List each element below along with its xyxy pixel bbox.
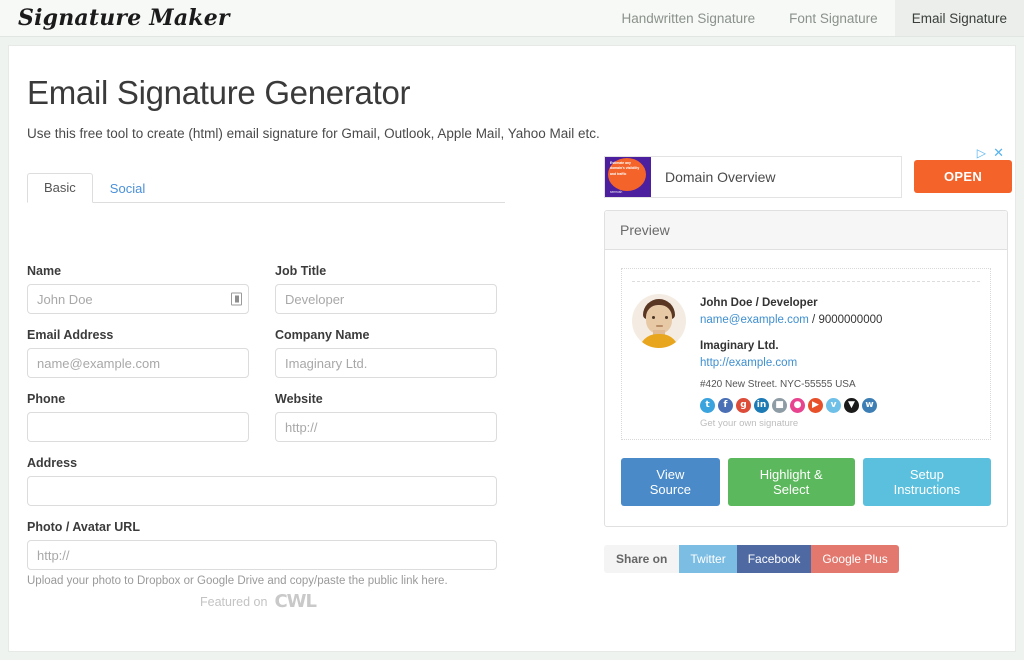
- wordpress-icon[interactable]: w: [862, 398, 877, 413]
- signature-name-title: John Doe / Developer: [700, 295, 882, 312]
- advertisement: ▷ ✕ Estimate any domain's visibility and…: [604, 146, 1008, 198]
- ad-thumbnail-icon: Estimate any domain's visibility and tra…: [605, 156, 651, 198]
- signature-company: Imaginary Ltd.: [700, 338, 882, 355]
- signature-social-icons: t f g in ■ ● ▶ v ▼ w: [700, 398, 882, 413]
- nav-links: Handwritten Signature Font Signature Ema…: [605, 0, 1024, 36]
- share-twitter-button[interactable]: Twitter: [679, 545, 736, 573]
- featured-on-label: Featured on: [200, 595, 267, 609]
- avatar: [632, 294, 686, 348]
- signature-website-link[interactable]: http://example.com: [700, 357, 797, 369]
- youtube-icon[interactable]: ▶: [808, 398, 823, 413]
- instagram-icon[interactable]: ■: [772, 398, 787, 413]
- label-photo-url: Photo / Avatar URL: [27, 520, 497, 534]
- highlight-select-button[interactable]: Highlight & Select: [728, 458, 855, 506]
- facebook-icon[interactable]: f: [718, 398, 733, 413]
- field-website: Website: [275, 392, 497, 442]
- view-source-button[interactable]: View Source: [621, 458, 720, 506]
- share-google-plus-button[interactable]: Google Plus: [811, 545, 898, 573]
- label-company: Company Name: [275, 328, 497, 342]
- featured-on: Featured on CWL: [9, 591, 507, 612]
- right-column: ▷ ✕ Estimate any domain's visibility and…: [604, 146, 1008, 573]
- signature-address: #420 New Street. NYC-55555 USA: [700, 379, 882, 390]
- label-email: Email Address: [27, 328, 249, 342]
- ad-thumbnail-logo: semrush: [610, 190, 622, 194]
- ad-open-button[interactable]: OPEN: [914, 160, 1012, 193]
- linkedin-icon[interactable]: in: [754, 398, 769, 413]
- preview-panel: Preview John D: [604, 210, 1008, 527]
- signature-contact-row: name@example.com / 9000000000: [700, 312, 882, 329]
- share-on-label: Share on: [604, 545, 679, 573]
- share-facebook-button[interactable]: Facebook: [737, 545, 812, 573]
- top-navigation-bar: Signature Maker Handwritten Signature Fo…: [0, 0, 1024, 37]
- signature-separator: /: [809, 314, 819, 326]
- tab-social[interactable]: Social: [93, 174, 162, 203]
- signature-footnote: Get your own signature: [700, 418, 882, 429]
- preview-panel-body: John Doe / Developer name@example.com / …: [605, 250, 1007, 526]
- adchoices-icon[interactable]: ▷: [977, 146, 986, 160]
- phone-input[interactable]: [27, 412, 249, 442]
- signature-email-link[interactable]: name@example.com: [700, 314, 809, 326]
- ad-close-icon[interactable]: ✕: [993, 145, 1004, 161]
- tumblr-icon[interactable]: ▼: [844, 398, 859, 413]
- field-photo-url: Photo / Avatar URL Upload your photo to …: [27, 520, 497, 587]
- label-name: Name: [27, 264, 249, 278]
- nav-link-handwritten-signature[interactable]: Handwritten Signature: [605, 0, 773, 36]
- preview-panel-title: Preview: [605, 211, 1007, 250]
- setup-instructions-button[interactable]: Setup Instructions: [863, 458, 991, 506]
- tab-basic[interactable]: Basic: [27, 173, 93, 203]
- name-input[interactable]: [27, 284, 249, 314]
- photo-url-input[interactable]: [27, 540, 497, 570]
- field-email: Email Address: [27, 328, 249, 378]
- address-input[interactable]: [27, 476, 497, 506]
- twitter-icon[interactable]: t: [700, 398, 715, 413]
- google-plus-icon[interactable]: g: [736, 398, 751, 413]
- email-input[interactable]: [27, 348, 249, 378]
- signature-phone: 9000000000: [818, 314, 882, 326]
- page-title: Email Signature Generator: [9, 46, 1015, 112]
- signature-form: Name Job Title Email Address: [27, 264, 507, 601]
- field-name: Name: [27, 264, 249, 314]
- vimeo-icon[interactable]: v: [826, 398, 841, 413]
- autofill-contact-icon[interactable]: [231, 293, 242, 306]
- signature-preview[interactable]: John Doe / Developer name@example.com / …: [621, 268, 991, 440]
- photo-url-hint: Upload your photo to Dropbox or Google D…: [27, 575, 497, 587]
- company-input[interactable]: [275, 348, 497, 378]
- preview-actions: View Source Highlight & Select Setup Ins…: [621, 458, 991, 506]
- website-input[interactable]: [275, 412, 497, 442]
- ad-thumbnail-text: Estimate any domain's visibility and tra…: [610, 161, 646, 177]
- page-subtitle: Use this free tool to create (html) emai…: [9, 112, 1015, 141]
- share-row: Share on Twitter Facebook Google Plus: [604, 545, 1008, 573]
- form-tabs: Basic Social: [27, 173, 505, 203]
- field-phone: Phone: [27, 392, 249, 442]
- job-title-input[interactable]: [275, 284, 497, 314]
- nav-link-email-signature[interactable]: Email Signature: [895, 0, 1024, 36]
- label-phone: Phone: [27, 392, 249, 406]
- field-company: Company Name: [275, 328, 497, 378]
- page-content-card: Email Signature Generator Use this free …: [8, 45, 1016, 652]
- dribbble-icon[interactable]: ●: [790, 398, 805, 413]
- nav-link-font-signature[interactable]: Font Signature: [772, 0, 895, 36]
- field-job-title: Job Title: [275, 264, 497, 314]
- label-address: Address: [27, 456, 497, 470]
- label-job-title: Job Title: [275, 264, 497, 278]
- ad-content[interactable]: Estimate any domain's visibility and tra…: [604, 156, 902, 198]
- ad-title: Domain Overview: [651, 169, 775, 185]
- brand-logo[interactable]: Signature Maker: [0, 0, 230, 36]
- field-address: Address: [27, 456, 497, 506]
- cwl-logo: CWL: [274, 591, 316, 612]
- label-website: Website: [275, 392, 497, 406]
